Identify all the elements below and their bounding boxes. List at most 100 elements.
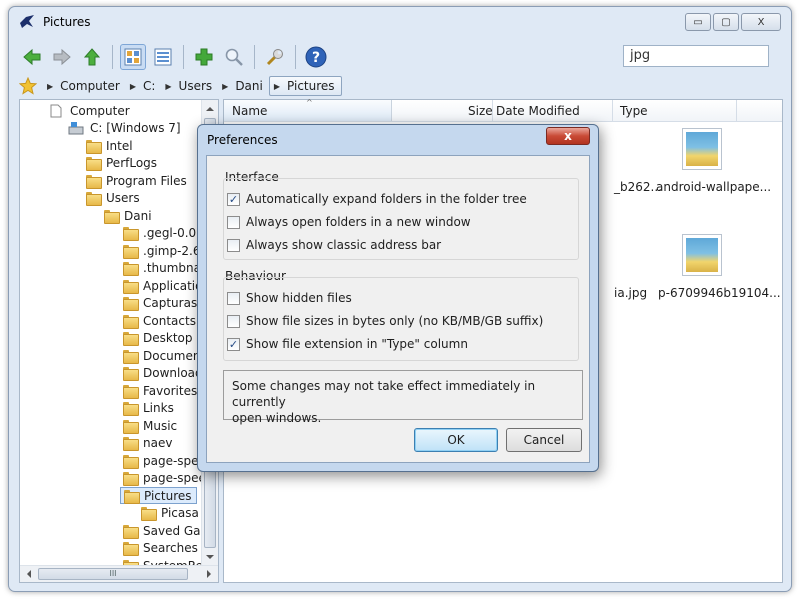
column-type-label[interactable]: Type: [620, 104, 648, 118]
image-file-icon: [686, 132, 718, 166]
breadcrumb-label: Users: [178, 79, 213, 93]
checkbox-label: Automatically expand folders in the fold…: [246, 192, 527, 206]
tree-item-naev[interactable]: naev: [123, 434, 172, 451]
tree-item-intel[interactable]: Intel: [86, 137, 133, 154]
search-input[interactable]: jpg: [623, 45, 769, 67]
tree-item-gegl[interactable]: .gegl-0.0: [123, 224, 196, 241]
sort-ascending-icon: ^: [306, 98, 313, 107]
tree-item-contacts[interactable]: Contacts: [123, 312, 196, 329]
toolbar-separator: [254, 45, 255, 69]
scroll-down-icon[interactable]: [202, 550, 218, 564]
folder-icon: [123, 436, 139, 451]
new-folder-button[interactable]: [191, 44, 217, 70]
tree-item-pictures[interactable]: Pictures: [120, 487, 197, 504]
close-button[interactable]: X: [741, 13, 781, 31]
tree-item-label: Program Files: [106, 173, 187, 188]
folder-icon: [104, 209, 120, 224]
breadcrumb-pictures[interactable]: ▶ Pictures: [268, 76, 342, 96]
breadcrumb-dani[interactable]: ▶ Dani: [218, 76, 269, 96]
classic-address-bar-checkbox[interactable]: Always show classic address bar: [227, 238, 441, 252]
computer-page-icon: [50, 104, 62, 117]
folder-icon: [123, 331, 139, 346]
tree-item-label: Intel: [106, 138, 133, 153]
tree-item-picasa[interactable]: Picasa: [141, 504, 199, 521]
checkbox-checked-icon: ✓: [227, 192, 240, 206]
breadcrumb-users[interactable]: ▶ Users: [161, 76, 218, 96]
file-thumbnail[interactable]: [682, 234, 722, 276]
tree-item-label: Capturas: [143, 295, 198, 310]
tree-horizontal-scrollbar[interactable]: III: [20, 565, 218, 582]
tree-item-label: Music: [143, 418, 178, 433]
scroll-up-icon[interactable]: [202, 102, 218, 116]
minimize-button[interactable]: ▭: [685, 13, 711, 31]
help-icon: ?: [305, 46, 327, 68]
tree-item-label: Desktop: [143, 330, 193, 345]
preferences-button[interactable]: [262, 44, 288, 70]
scroll-right-icon[interactable]: [202, 566, 216, 582]
tree-item-users[interactable]: Users: [86, 189, 140, 206]
tree-item-favorites[interactable]: Favorites: [123, 382, 197, 399]
ok-button[interactable]: OK: [414, 428, 498, 452]
app-icon: [20, 15, 34, 28]
tree-item-label: Links: [143, 400, 174, 415]
maximize-button[interactable]: ▢: [713, 13, 739, 31]
dialog-close-button[interactable]: x: [546, 127, 590, 145]
folder-icon: [123, 279, 139, 294]
folder-icon: [86, 139, 102, 154]
icons-view-button[interactable]: [120, 44, 146, 70]
folder-icon: [123, 384, 139, 399]
sizes-in-bytes-checkbox[interactable]: Show file sizes in bytes only (no KB/MB/…: [227, 314, 543, 328]
checkbox-label: Show file sizes in bytes only (no KB/MB/…: [246, 314, 544, 328]
tree-item-label: .gegl-0.0: [143, 225, 197, 240]
tree-horizontal-scroll-thumb[interactable]: III: [38, 568, 188, 580]
tree-item-gimp[interactable]: .gimp-2.6: [123, 242, 201, 259]
toolbar-separator: [112, 45, 113, 69]
tree-item-dani[interactable]: Dani: [104, 207, 152, 224]
breadcrumb-arrow-icon: ▶: [165, 81, 172, 91]
column-date-label[interactable]: Date Modified: [496, 104, 580, 118]
column-size-label[interactable]: Size: [468, 104, 493, 118]
address-bar: ▶ Computer ▶ C: ▶ Users ▶ Dani ▶ Pictures: [19, 75, 781, 97]
show-extension-checkbox[interactable]: ✓ Show file extension in "Type" column: [227, 337, 468, 351]
details-view-button[interactable]: [150, 44, 176, 70]
breadcrumb-label: C:: [142, 79, 156, 93]
scroll-left-icon[interactable]: [22, 566, 36, 582]
help-button[interactable]: ?: [303, 44, 329, 70]
tree-item-drive-c[interactable]: C: [Windows 7]: [68, 119, 181, 136]
file-thumbnail[interactable]: [682, 128, 722, 170]
favorites-star-icon[interactable]: [19, 77, 37, 95]
tree-item-program-files[interactable]: Program Files: [86, 172, 187, 189]
tree-item-computer[interactable]: Computer: [50, 102, 130, 119]
folder-icon: [123, 226, 139, 241]
file-name[interactable]: p-6709946b19104...: [658, 286, 781, 300]
tree-item-capturas[interactable]: Capturas: [123, 294, 197, 311]
tree-item-desktop[interactable]: Desktop: [123, 329, 193, 346]
tree-item-searches[interactable]: Searches: [123, 539, 198, 556]
tree-item-perflogs[interactable]: PerfLogs: [86, 154, 157, 171]
breadcrumb-label: Pictures: [287, 79, 335, 93]
breadcrumb-c[interactable]: ▶ C:: [126, 76, 162, 96]
open-new-window-checkbox[interactable]: Always open folders in a new window: [227, 215, 471, 229]
folder-tree[interactable]: Computer C: [Windows 7] Intel PerfLogs P…: [19, 99, 219, 583]
column-divider: [492, 100, 493, 121]
up-button[interactable]: [79, 44, 105, 70]
file-name[interactable]: ia.jpg: [614, 286, 647, 300]
file-name[interactable]: android-wallpape...: [656, 180, 771, 194]
back-button[interactable]: [19, 44, 45, 70]
tree-item-label: naev: [143, 435, 173, 450]
magnifier-icon: [225, 48, 243, 66]
show-hidden-files-checkbox[interactable]: Show hidden files: [227, 291, 352, 305]
folder-icon: [86, 191, 102, 206]
auto-expand-checkbox[interactable]: ✓ Automatically expand folders in the fol…: [227, 192, 527, 206]
file-name[interactable]: _b262...: [614, 180, 662, 194]
breadcrumb-computer[interactable]: ▶ Computer: [43, 76, 126, 96]
title-bar: Pictures: [9, 7, 791, 37]
tree-item-links[interactable]: Links: [123, 399, 174, 416]
cancel-button[interactable]: Cancel: [506, 428, 582, 452]
forward-button[interactable]: [49, 44, 75, 70]
search-button[interactable]: [221, 44, 247, 70]
breadcrumb-arrow-icon: ▶: [222, 81, 229, 91]
tree-item-music[interactable]: Music: [123, 417, 177, 434]
tree-item-label: Dani: [124, 208, 152, 223]
checkbox-checked-icon: ✓: [227, 337, 240, 351]
